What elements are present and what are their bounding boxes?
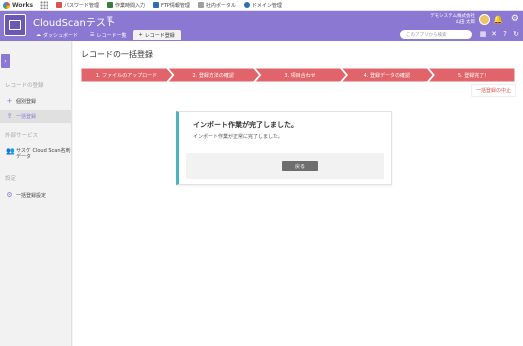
tools-icon[interactable]: ✕: [490, 30, 498, 38]
portal-icon: [197, 2, 204, 8]
toplink-domain[interactable]: ドメイン管理: [243, 2, 282, 9]
works-brand-label: Works: [12, 1, 34, 9]
tab-record-register[interactable]: + レコード登録: [132, 30, 181, 40]
ftp-icon: [153, 2, 160, 8]
completion-card: インポート作業が完了しました。 インポート作業が正常に完了しました。 戻る: [176, 111, 392, 185]
toplink-worktime[interactable]: 作業時間入力: [107, 2, 145, 9]
tab-record-list[interactable]: ☰ レコード一覧: [84, 30, 133, 40]
sidebar: › レコードの登録 + 個別登録 ⇪ 一括登録 外部サービス 👥 サスケ Clo…: [0, 41, 72, 346]
upload-icon: ⇪: [6, 112, 13, 120]
gear-icon: ⚙: [6, 190, 13, 199]
works-logo[interactable]: Works: [3, 1, 37, 9]
tab-label: レコード一覧: [96, 32, 127, 39]
toplink-password[interactable]: パスワード管理: [56, 2, 99, 9]
header-icon-group: ▦ ✕ ? ↻: [479, 30, 520, 38]
grid-view-icon[interactable]: ▦: [479, 30, 487, 38]
sidebar-toggle-button[interactable]: ›: [1, 54, 10, 68]
sidebar-item-label: サスケ Cloud Scan名刺データ: [16, 148, 71, 160]
completion-message: インポート作業が正常に完了しました。: [193, 134, 284, 140]
people-icon: 👥: [6, 147, 15, 155]
step-label: 1. ファイルのアップロード: [96, 73, 157, 79]
back-button[interactable]: 戻る: [282, 161, 318, 171]
plus-icon: +: [138, 32, 143, 38]
tab-dashboard[interactable]: ☁ ダッシュボード: [30, 30, 84, 40]
tab-label: ダッシュボード: [43, 32, 79, 39]
step-label: 4. 登録データの確認: [364, 72, 410, 79]
sidebar-item-bulk[interactable]: ⇪ 一括登録: [0, 110, 72, 123]
app-icon[interactable]: [4, 14, 26, 36]
sidebar-item-label: 一括登録設定: [16, 192, 47, 199]
avatar[interactable]: [479, 14, 490, 25]
search-input[interactable]: このアプリから検索: [400, 30, 472, 39]
step-label: 5. 登録完了！: [458, 72, 489, 79]
card-footer: 戻る: [186, 153, 384, 179]
sidebar-item-cloudscan[interactable]: 👥 サスケ Cloud Scan名刺データ: [0, 148, 72, 164]
tab-label: レコード登録: [144, 32, 175, 39]
top-bar: Works パスワード管理 作業時間入力 FTP情報管理 社内ポータル ドメイン…: [0, 0, 523, 11]
gear-icon[interactable]: ⚙: [511, 14, 519, 24]
sidebar-item-individual[interactable]: + 個別登録: [0, 96, 72, 106]
sidebar-item-label: 一括登録: [16, 114, 37, 120]
step-label: 3. 項目合わせ: [284, 72, 315, 79]
sidebar-section-title: 外部サービス: [5, 133, 39, 139]
user-name: 山田 太郎: [455, 20, 475, 25]
app-header: CloudScanテスト 🗑 デモシステム株式会社 山田 太郎 🔔 ⚙ ☁ ダッ…: [0, 11, 523, 41]
app-grid-icon[interactable]: [40, 1, 48, 9]
toplink-label: 社内ポータル: [205, 2, 236, 9]
step-label: 2. 登録方法の確認: [193, 72, 234, 79]
sidebar-item-label: 個別登録: [16, 98, 37, 105]
app-title[interactable]: CloudScanテスト: [33, 14, 116, 29]
works-logo-icon: [3, 1, 10, 9]
refresh-icon[interactable]: ↻: [512, 30, 520, 38]
main-content: レコードの一括登録 1. ファイルのアップロード 2. 登録方法の確認 3. 項目合…: [73, 41, 523, 346]
toplink-portal[interactable]: 社内ポータル: [197, 2, 236, 9]
completion-title: インポート作業が完了しました。: [193, 121, 298, 129]
cancel-bulk-button[interactable]: 一括登録の中止: [470, 84, 516, 97]
toplink-label: 作業時間入力: [115, 2, 146, 9]
bell-icon[interactable]: 🔔: [493, 15, 503, 24]
sidebar-section-title: レコードの登録: [5, 83, 44, 89]
cloud-icon: ☁: [36, 32, 41, 38]
sidebar-section-title: 設定: [5, 176, 17, 182]
search-placeholder: このアプリから検索: [406, 32, 447, 38]
toplink-label: ドメイン管理: [251, 2, 282, 9]
clock-icon: [107, 2, 114, 8]
page-title: レコードの一括登録: [81, 50, 153, 59]
list-icon: ☰: [90, 32, 95, 38]
domain-icon: [243, 2, 250, 8]
toplink-label: FTP情報管理: [161, 2, 190, 9]
header-tabs: ☁ ダッシュボード ☰ レコード一覧 + レコード登録: [30, 30, 181, 40]
sidebar-item-bulk-settings[interactable]: ⚙ 一括登録設定: [0, 190, 72, 200]
plus-icon: +: [6, 96, 13, 105]
key-icon: [56, 2, 62, 8]
progress-steps: 1. ファイルのアップロード 2. 登録方法の確認 3. 項目合わせ 4. 登録データ…: [81, 68, 515, 82]
help-icon[interactable]: ?: [501, 30, 509, 38]
trash-icon[interactable]: 🗑: [106, 16, 114, 23]
user-info[interactable]: デモシステム株式会社 山田 太郎: [430, 14, 475, 26]
toplink-label: パスワード管理: [64, 2, 100, 9]
toplink-ftp[interactable]: FTP情報管理: [153, 2, 190, 9]
